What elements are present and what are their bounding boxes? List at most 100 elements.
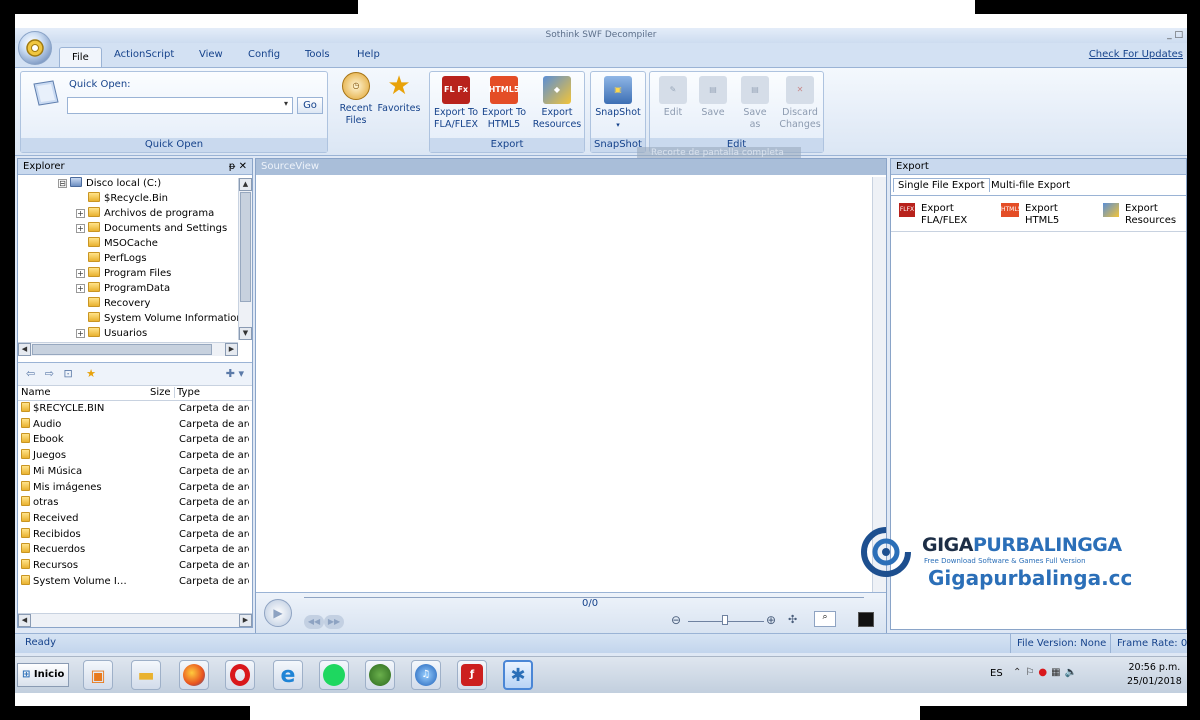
start-button[interactable]: ⊞ Inicio: [17, 663, 69, 687]
scroll-down-icon[interactable]: ▼: [239, 327, 252, 340]
favorites-button[interactable]: ★ Favorites: [376, 72, 422, 115]
recent-files-button[interactable]: ◷ Recent Files: [337, 72, 375, 127]
tab-file[interactable]: File: [59, 47, 102, 68]
taskbar-opera-icon[interactable]: [225, 660, 255, 690]
scroll-left-icon[interactable]: ◀: [18, 343, 31, 356]
scroll-right-icon[interactable]: ▶: [225, 343, 238, 356]
window-controls[interactable]: _ □: [1167, 28, 1183, 43]
star-icon[interactable]: ★: [86, 367, 96, 380]
fit-zoom-icon[interactable]: ✣: [788, 613, 797, 626]
tree-item[interactable]: PerfLogs: [76, 251, 147, 266]
scroll-right-icon[interactable]: ▶: [239, 614, 252, 627]
taskbar-ie-icon[interactable]: e: [273, 660, 303, 690]
list-item[interactable]: Mis imágenes Carpeta de arc: [21, 480, 249, 496]
list-item[interactable]: Juegos Carpeta de arc: [21, 448, 249, 464]
back-icon[interactable]: ⇦: [26, 367, 35, 380]
forward-icon[interactable]: ⇨: [45, 367, 54, 380]
list-item[interactable]: System Volume I… Carpeta de arc: [21, 574, 249, 590]
rewind-icon[interactable]: ◀◀: [304, 615, 324, 629]
tree-item[interactable]: + Documents and Settings: [76, 221, 227, 236]
scroll-left-icon[interactable]: ◀: [18, 614, 31, 627]
taskbar-spotify-icon[interactable]: [319, 660, 349, 690]
list-item[interactable]: otras Carpeta de arc: [21, 495, 249, 511]
zoom-in-icon[interactable]: ⊕: [766, 613, 776, 627]
tab-single-file-export[interactable]: Single File Export: [893, 178, 990, 192]
tree-item[interactable]: $Recycle.Bin: [76, 191, 168, 206]
language-indicator[interactable]: ES: [990, 668, 1003, 679]
background-color-icon[interactable]: [858, 612, 874, 627]
expand-icon[interactable]: +: [76, 284, 85, 293]
taskbar-media-icon[interactable]: ▣: [83, 660, 113, 690]
quick-open-input[interactable]: ▾: [67, 97, 293, 114]
column-name[interactable]: Name: [21, 387, 51, 398]
taskbar-folder-icon[interactable]: ▬: [131, 660, 161, 690]
taskbar-sothink-icon[interactable]: ✱: [503, 660, 533, 690]
zoom-out-icon[interactable]: ⊖: [671, 613, 681, 627]
export-html5-panel-button[interactable]: HTML5 Export HTML5: [1001, 203, 1093, 227]
list-hscrollbar[interactable]: ◀ ▶: [18, 613, 252, 627]
add-icon[interactable]: ✚ ▾: [226, 363, 244, 385]
source-canvas[interactable]: [256, 177, 886, 592]
taskbar-itunes-icon[interactable]: ♫: [411, 660, 441, 690]
tray-icons[interactable]: ⌃⚐●▦🔈: [1013, 667, 1081, 678]
list-item[interactable]: Mi Música Carpeta de arc: [21, 464, 249, 480]
check-updates-link[interactable]: Check For Updates: [1089, 49, 1183, 60]
go-button[interactable]: Go: [297, 97, 323, 114]
app-menu-orb[interactable]: [18, 31, 52, 65]
discard-changes-button[interactable]: ✕ Discard Changes: [777, 76, 823, 131]
tree-item[interactable]: + Usuarios: [76, 326, 147, 341]
tab-help[interactable]: Help: [357, 49, 380, 60]
save-button[interactable]: ▤ Save: [694, 76, 732, 119]
tree-item[interactable]: Recovery: [76, 296, 150, 311]
list-item[interactable]: Recuerdos Carpeta de arc: [21, 542, 249, 558]
expand-icon[interactable]: +: [76, 269, 85, 278]
play-icon[interactable]: ▶: [264, 599, 292, 627]
list-item[interactable]: Recursos Carpeta de arc: [21, 558, 249, 574]
scroll-thumb[interactable]: [32, 344, 212, 355]
list-item[interactable]: Ebook Carpeta de arc: [21, 432, 249, 448]
expand-icon[interactable]: ⊟: [58, 179, 67, 188]
tab-actionscript[interactable]: ActionScript: [114, 49, 174, 60]
taskbar-firefox-icon[interactable]: [179, 660, 209, 690]
zoom-100-icon[interactable]: ⌕: [814, 611, 836, 627]
list-item[interactable]: $RECYCLE.BIN Carpeta de arc: [21, 401, 249, 417]
tree-item[interactable]: + Archivos de programa: [76, 206, 214, 221]
export-html5-button[interactable]: HTML5 Export To HTML5: [481, 76, 527, 131]
zoom-slider-thumb[interactable]: [722, 615, 728, 625]
column-size[interactable]: Size: [150, 387, 171, 398]
up-folder-icon[interactable]: ⊡: [63, 367, 72, 380]
taskbar-app-icon[interactable]: [365, 660, 395, 690]
tree-item[interactable]: MSOCache: [76, 236, 158, 251]
tree-item[interactable]: + Program Files: [76, 266, 171, 281]
export-fla-button[interactable]: FL Fx Export To FLA/FLEX: [433, 76, 479, 131]
taskbar-flash-icon[interactable]: ƒ: [457, 660, 487, 690]
tab-tools[interactable]: Tools: [305, 49, 330, 60]
list-item[interactable]: Received Carpeta de arc: [21, 511, 249, 527]
chevron-down-icon[interactable]: ▾: [284, 99, 288, 108]
save-as-button[interactable]: ▤ Save as: [736, 76, 774, 131]
snapshot-button[interactable]: ▣ SnapShot ▾: [593, 76, 643, 131]
tab-view[interactable]: View: [199, 49, 223, 60]
expand-icon[interactable]: +: [76, 329, 85, 338]
list-item[interactable]: Recibidos Carpeta de arc: [21, 527, 249, 543]
scroll-up-icon[interactable]: ▲: [239, 178, 252, 191]
export-resources-button[interactable]: ◆ Export Resources: [531, 76, 583, 131]
tree-hscrollbar[interactable]: ◀ ▶: [18, 342, 238, 356]
tree-item[interactable]: + ProgramData: [76, 281, 170, 296]
tree-item[interactable]: ⊟ Disco local (C:): [58, 176, 161, 191]
fast-forward-icon[interactable]: ▶▶: [324, 615, 344, 629]
export-fla-panel-button[interactable]: FLFX Export FLA/FLEX: [899, 203, 991, 227]
scroll-thumb[interactable]: [240, 192, 251, 302]
column-type[interactable]: Type: [174, 387, 200, 398]
tab-multi-file-export[interactable]: Multi-file Export: [987, 179, 1074, 192]
expand-icon[interactable]: +: [76, 209, 85, 218]
tree-vscrollbar[interactable]: ▲ ▼: [238, 178, 252, 340]
tab-config[interactable]: Config: [248, 49, 280, 60]
tree-item[interactable]: System Volume Information: [76, 311, 243, 326]
expand-icon[interactable]: +: [76, 224, 85, 233]
list-item[interactable]: Audio Carpeta de arc: [21, 417, 249, 433]
clock[interactable]: 20:56 p.m. 25/01/2018: [1127, 661, 1182, 689]
export-resources-panel-button[interactable]: Export Resources: [1103, 203, 1187, 227]
edit-button[interactable]: ✎ Edit: [654, 76, 692, 119]
pin-close-icon[interactable]: ᵽ ✕: [229, 159, 247, 175]
